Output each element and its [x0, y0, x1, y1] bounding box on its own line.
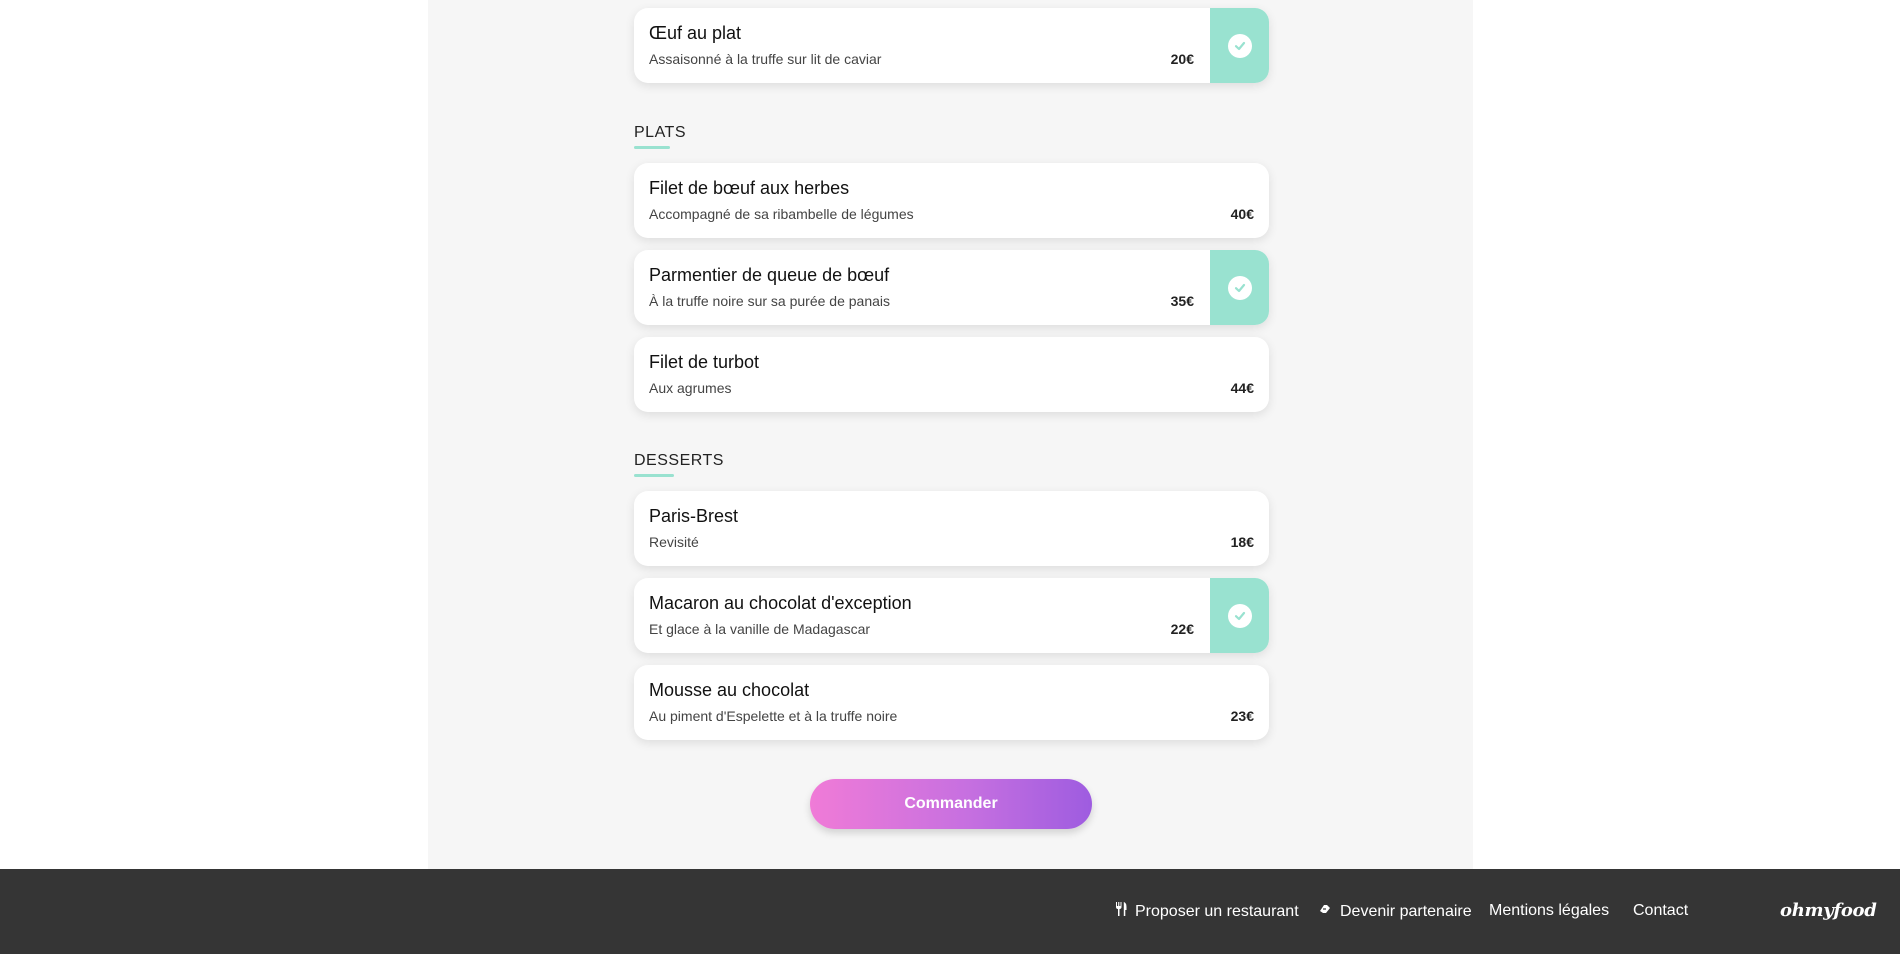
dish-card-macaron[interactable]: Macaron au chocolat d'exception Et glace… — [634, 578, 1269, 653]
dish-price: 35€ — [1170, 293, 1194, 309]
footer-link-legal[interactable]: Mentions légales — [1489, 902, 1609, 920]
selected-indicator — [1210, 250, 1269, 325]
ohmyfood-logo[interactable]: ohmyfood — [1780, 900, 1877, 921]
dish-price: 20€ — [1170, 51, 1194, 67]
handshake-icon — [1318, 902, 1332, 921]
footer-link-propose-restaurant[interactable]: Proposer un restaurant — [1115, 902, 1299, 921]
footer-link-contact[interactable]: Contact — [1633, 902, 1688, 920]
dish-card-mousse-au-chocolat[interactable]: Mousse au chocolat Au piment d'Espelette… — [634, 665, 1269, 740]
dish-description: Accompagné de sa ribambelle de légumes — [649, 206, 914, 222]
dish-name: Filet de turbot — [649, 352, 760, 372]
dish-name: Parmentier de queue de bœuf — [649, 265, 890, 285]
dish-name: Macaron au chocolat d'exception — [649, 593, 912, 613]
dish-description: Aux agrumes — [649, 380, 732, 396]
check-circle-icon — [1227, 33, 1252, 58]
check-circle-icon — [1227, 603, 1252, 628]
footer-link-label: Devenir partenaire — [1340, 902, 1472, 920]
footer-link-label: Contact — [1633, 902, 1689, 919]
section-underline — [634, 474, 674, 477]
selected-indicator — [1210, 578, 1269, 653]
menu-container: Œuf au plat Assaisonné à la truffe sur l… — [428, 0, 1473, 869]
footer-link-become-partner[interactable]: Devenir partenaire — [1318, 902, 1472, 921]
dish-description: Revisité — [649, 534, 699, 550]
selected-indicator — [1210, 8, 1269, 83]
dish-card-paris-brest[interactable]: Paris-Brest Revisité 18€ — [634, 491, 1269, 566]
dish-price: 40€ — [1230, 206, 1254, 222]
section-title-desserts: DESSERTS — [634, 452, 724, 469]
utensils-icon — [1115, 902, 1127, 921]
footer: Proposer un restaurant Devenir partenair… — [0, 869, 1900, 954]
dish-card-parmentier[interactable]: Parmentier de queue de bœuf À la truffe … — [634, 250, 1269, 325]
dish-price: 18€ — [1230, 534, 1254, 550]
dish-name: Œuf au plat — [649, 23, 742, 43]
dish-price: 44€ — [1230, 380, 1254, 396]
footer-link-label: Proposer un restaurant — [1135, 902, 1299, 920]
dish-name: Filet de bœuf aux herbes — [649, 178, 850, 198]
dish-card-filet-de-boeuf[interactable]: Filet de bœuf aux herbes Accompagné de s… — [634, 163, 1269, 238]
dish-name: Paris-Brest — [649, 506, 739, 526]
check-circle-icon — [1227, 275, 1252, 300]
section-title-plats: PLATS — [634, 124, 686, 141]
dish-card-oeuf-au-plat[interactable]: Œuf au plat Assaisonné à la truffe sur l… — [634, 8, 1269, 83]
dish-description: Au piment d'Espelette et à la truffe noi… — [649, 708, 898, 724]
order-button[interactable]: Commander — [810, 779, 1092, 829]
section-underline — [634, 146, 670, 149]
dish-price: 22€ — [1170, 621, 1194, 637]
dish-name: Mousse au chocolat — [649, 680, 810, 700]
dish-description: À la truffe noire sur sa purée de panais — [649, 293, 891, 309]
dish-card-filet-de-turbot[interactable]: Filet de turbot Aux agrumes 44€ — [634, 337, 1269, 412]
footer-link-label: Mentions légales — [1489, 902, 1610, 919]
dish-description: Et glace à la vanille de Madagascar — [649, 621, 871, 637]
dish-description: Assaisonné à la truffe sur lit de caviar — [649, 51, 882, 67]
dish-price: 23€ — [1230, 708, 1254, 724]
